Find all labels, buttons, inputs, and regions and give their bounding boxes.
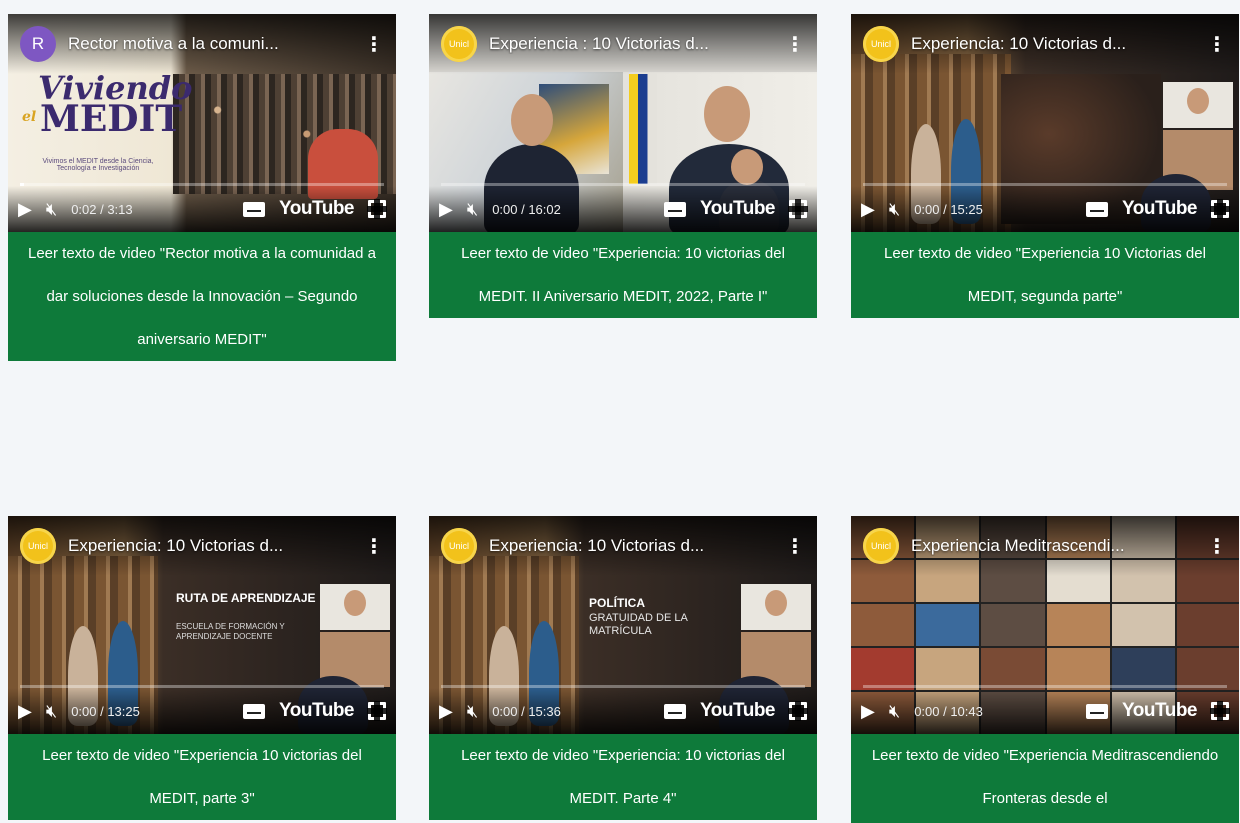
video-time: 0:00 / 15:25 [914, 201, 983, 217]
caption-text: Leer texto de video "Experiencia: 10 vic… [461, 245, 785, 305]
video-time: 0:00 / 16:02 [492, 201, 561, 217]
video-transcript-link[interactable]: Leer texto de video "Experiencia 10 vict… [8, 734, 396, 820]
video-title[interactable]: Experiencia Meditrascendi... [911, 536, 1207, 556]
video-player[interactable]: Unicl Experiencia Meditrascendi... ⋮ ▶ 🔇… [851, 516, 1239, 734]
caption-text: Leer texto de video "Experiencia Meditra… [871, 747, 1219, 807]
youtube-logo[interactable]: YouTube [1122, 700, 1197, 722]
youtube-logo[interactable]: YouTube [279, 198, 354, 220]
video-player[interactable]: Unicl Experiencia: 10 Victorias d... ⋮ ▶… [851, 14, 1239, 232]
video-title[interactable]: Experiencia: 10 Victorias d... [68, 536, 364, 556]
mute-icon[interactable]: 🔇︎ [889, 702, 900, 720]
channel-avatar[interactable]: Unicl [863, 528, 899, 564]
channel-avatar[interactable]: R [20, 26, 56, 62]
viviendo-logo-subtitle: Vivimos el MEDIT desde la Ciencia, Tecno… [42, 158, 154, 172]
video-time: 0:00 / 10:43 [914, 703, 983, 719]
subtitles-icon[interactable] [664, 703, 687, 719]
overlay-heading: RUTA DE APRENDIZAJE [176, 591, 316, 605]
video-card: RUTA DE APRENDIZAJE ESCUELA DE FORMACIÓN… [8, 516, 396, 820]
fullscreen-icon[interactable] [1210, 199, 1230, 219]
youtube-logo[interactable]: YouTube [700, 700, 775, 722]
more-options-icon[interactable]: ⋮ [364, 534, 384, 559]
subtitles-icon[interactable] [243, 703, 266, 719]
video-transcript-link[interactable]: Leer texto de video "Experiencia: 10 vic… [429, 734, 817, 820]
subtitles-icon[interactable] [243, 201, 266, 217]
play-icon[interactable]: ▶ [18, 702, 32, 720]
channel-avatar[interactable]: Unicl [441, 528, 477, 564]
caption-text: Leer texto de video "Experiencia 10 vict… [42, 747, 362, 807]
mute-icon[interactable]: 🔇︎ [889, 200, 900, 218]
play-icon[interactable]: ▶ [439, 200, 453, 218]
fullscreen-icon[interactable] [788, 199, 808, 219]
fullscreen-icon[interactable] [367, 701, 387, 721]
video-title[interactable]: Experiencia : 10 Victorias d... [489, 34, 785, 54]
play-icon[interactable]: ▶ [861, 200, 875, 218]
video-transcript-link[interactable]: Leer texto de video "Experiencia 10 Vict… [851, 232, 1239, 318]
video-time: 0:02 / 3:13 [71, 201, 133, 217]
channel-avatar[interactable]: Unicl [20, 528, 56, 564]
fullscreen-icon[interactable] [1210, 701, 1230, 721]
caption-text: Leer texto de video "Rector motiva a la … [27, 245, 377, 348]
video-player[interactable]: RUTA DE APRENDIZAJE ESCUELA DE FORMACIÓN… [8, 516, 396, 734]
video-title[interactable]: Experiencia: 10 Victorias d... [911, 34, 1207, 54]
video-title[interactable]: Experiencia: 10 Victorias d... [489, 536, 785, 556]
play-icon[interactable]: ▶ [861, 702, 875, 720]
play-icon[interactable]: ▶ [439, 702, 453, 720]
video-player[interactable]: Viviendo el MEDIT Vivimos el MEDIT desde… [8, 14, 396, 232]
video-player[interactable]: Unicl Experiencia : 10 Victorias d... ⋮ … [429, 14, 817, 232]
mute-icon[interactable]: 🔇︎ [46, 200, 57, 218]
video-time: 0:00 / 13:25 [71, 703, 140, 719]
video-card: Unicl Experiencia Meditrascendi... ⋮ ▶ 🔇… [851, 516, 1239, 823]
video-card: Unicl Experiencia: 10 Victorias d... ⋮ ▶… [851, 14, 1239, 318]
medit-logo-text: MEDIT [40, 98, 183, 140]
fullscreen-icon[interactable] [788, 701, 808, 721]
video-card: Unicl Experiencia : 10 Victorias d... ⋮ … [429, 14, 817, 318]
video-title[interactable]: Rector motiva a la comuni... [68, 34, 364, 54]
subtitles-icon[interactable] [1086, 703, 1109, 719]
subtitles-icon[interactable] [664, 201, 687, 217]
mute-icon[interactable]: 🔇︎ [467, 702, 478, 720]
mute-icon[interactable]: 🔇︎ [46, 702, 57, 720]
overlay-heading: POLÍTICA [589, 596, 645, 610]
video-player[interactable]: POLÍTICA GRATUIDAD DE LA MATRÍCULA Unicl… [429, 516, 817, 734]
channel-avatar[interactable]: Unicl [863, 26, 899, 62]
video-time: 0:00 / 15:36 [492, 703, 561, 719]
video-transcript-link[interactable]: Leer texto de video "Rector motiva a la … [8, 232, 396, 361]
channel-avatar[interactable]: Unicl [441, 26, 477, 62]
more-options-icon[interactable]: ⋮ [364, 32, 384, 57]
caption-text: Leer texto de video "Experiencia 10 Vict… [884, 245, 1206, 305]
video-card: Viviendo el MEDIT Vivimos el MEDIT desde… [8, 14, 396, 361]
youtube-logo[interactable]: YouTube [1122, 198, 1197, 220]
more-options-icon[interactable]: ⋮ [1207, 534, 1227, 559]
mute-icon[interactable]: 🔇︎ [467, 200, 478, 218]
video-transcript-link[interactable]: Leer texto de video "Experiencia: 10 vic… [429, 232, 817, 318]
play-icon[interactable]: ▶ [18, 200, 32, 218]
more-options-icon[interactable]: ⋮ [785, 32, 805, 57]
fullscreen-icon[interactable] [367, 199, 387, 219]
caption-text: Leer texto de video "Experiencia: 10 vic… [461, 747, 785, 807]
medit-logo-el: el [22, 109, 37, 125]
overlay-subheading: ESCUELA DE FORMACIÓN Y APRENDIZAJE DOCEN… [176, 622, 285, 641]
video-transcript-link[interactable]: Leer texto de video "Experiencia Meditra… [851, 734, 1239, 823]
overlay-subheading: GRATUIDAD DE LA MATRÍCULA [589, 612, 688, 637]
video-card: POLÍTICA GRATUIDAD DE LA MATRÍCULA Unicl… [429, 516, 817, 820]
subtitles-icon[interactable] [1086, 201, 1109, 217]
youtube-logo[interactable]: YouTube [700, 198, 775, 220]
more-options-icon[interactable]: ⋮ [1207, 32, 1227, 57]
more-options-icon[interactable]: ⋮ [785, 534, 805, 559]
youtube-logo[interactable]: YouTube [279, 700, 354, 722]
